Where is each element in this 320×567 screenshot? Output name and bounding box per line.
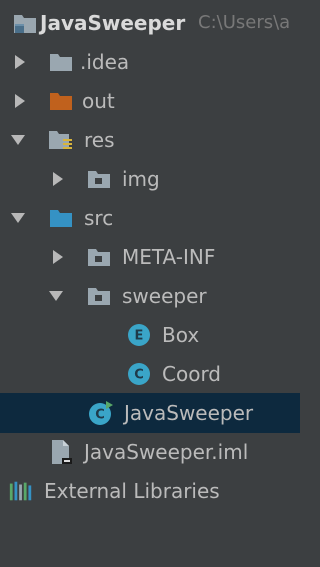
tree-row-img[interactable]: img xyxy=(0,160,300,198)
class-badge-letter: C xyxy=(134,368,144,383)
tree-label-box: Box xyxy=(162,323,200,347)
project-folder-icon xyxy=(12,10,38,36)
module-file-icon xyxy=(48,439,74,465)
tree-label-iml: JavaSweeper.iml xyxy=(84,440,249,464)
tree-row-iml[interactable]: JavaSweeper.iml xyxy=(0,433,300,471)
tree-row-sweeper[interactable]: sweeper xyxy=(0,277,300,315)
tree-label-meta-inf: META-INF xyxy=(122,245,216,269)
package-folder-icon xyxy=(86,166,112,192)
project-tree: JavaSweeper C:\Users\a ​.idea out xyxy=(0,0,300,567)
tree-row-coord[interactable]: C Coord xyxy=(0,355,300,393)
tree-row-box[interactable]: E Box xyxy=(0,316,300,354)
chevron-right-icon[interactable] xyxy=(50,171,66,187)
chevron-right-icon[interactable] xyxy=(50,249,66,265)
tree-label-img: img xyxy=(122,167,160,191)
tree-label-out: out xyxy=(82,89,115,113)
project-path: C:\Users\a xyxy=(198,12,291,33)
tree-label-src: src xyxy=(84,206,114,230)
tree-row-idea[interactable]: ​.idea xyxy=(0,43,300,81)
enum-badge-letter: E xyxy=(135,329,144,344)
tree-row-external-libraries[interactable]: External Libraries xyxy=(0,472,300,510)
runnable-class-icon: C xyxy=(88,400,114,426)
package-folder-icon xyxy=(86,244,112,270)
chevron-down-icon[interactable] xyxy=(48,288,64,304)
chevron-down-icon[interactable] xyxy=(10,132,26,148)
tree-row-res[interactable]: res xyxy=(0,121,300,159)
tree-row-out[interactable]: out xyxy=(0,82,300,120)
tree-row-javasweeper-class[interactable]: C JavaSweeper xyxy=(0,393,300,433)
tree-row-meta-inf[interactable]: META-INF xyxy=(0,238,300,276)
runnable-class-badge-letter: C xyxy=(95,408,105,423)
tree-row-project-root[interactable]: JavaSweeper C:\Users\a xyxy=(0,4,300,42)
excluded-folder-icon xyxy=(48,88,74,114)
project-name: JavaSweeper xyxy=(40,11,186,35)
tree-label-coord: Coord xyxy=(162,362,222,386)
enum-icon: E xyxy=(126,322,152,348)
resources-folder-icon xyxy=(48,127,74,153)
chevron-down-icon[interactable] xyxy=(10,210,26,226)
libraries-icon xyxy=(8,478,34,504)
tree-label-javasweeper-class: JavaSweeper xyxy=(124,401,254,425)
tree-row-src[interactable]: src xyxy=(0,199,300,237)
tree-label-idea: ​.idea xyxy=(80,50,130,74)
tree-label-res: res xyxy=(84,128,115,152)
chevron-right-icon[interactable] xyxy=(12,54,28,70)
package-folder-icon xyxy=(86,283,112,309)
class-icon: C xyxy=(126,361,152,387)
source-folder-icon xyxy=(48,205,74,231)
folder-icon xyxy=(48,49,74,75)
tree-label-sweeper: sweeper xyxy=(122,284,207,308)
chevron-right-icon[interactable] xyxy=(12,93,28,109)
tree-label-external-libraries: External Libraries xyxy=(44,479,220,503)
